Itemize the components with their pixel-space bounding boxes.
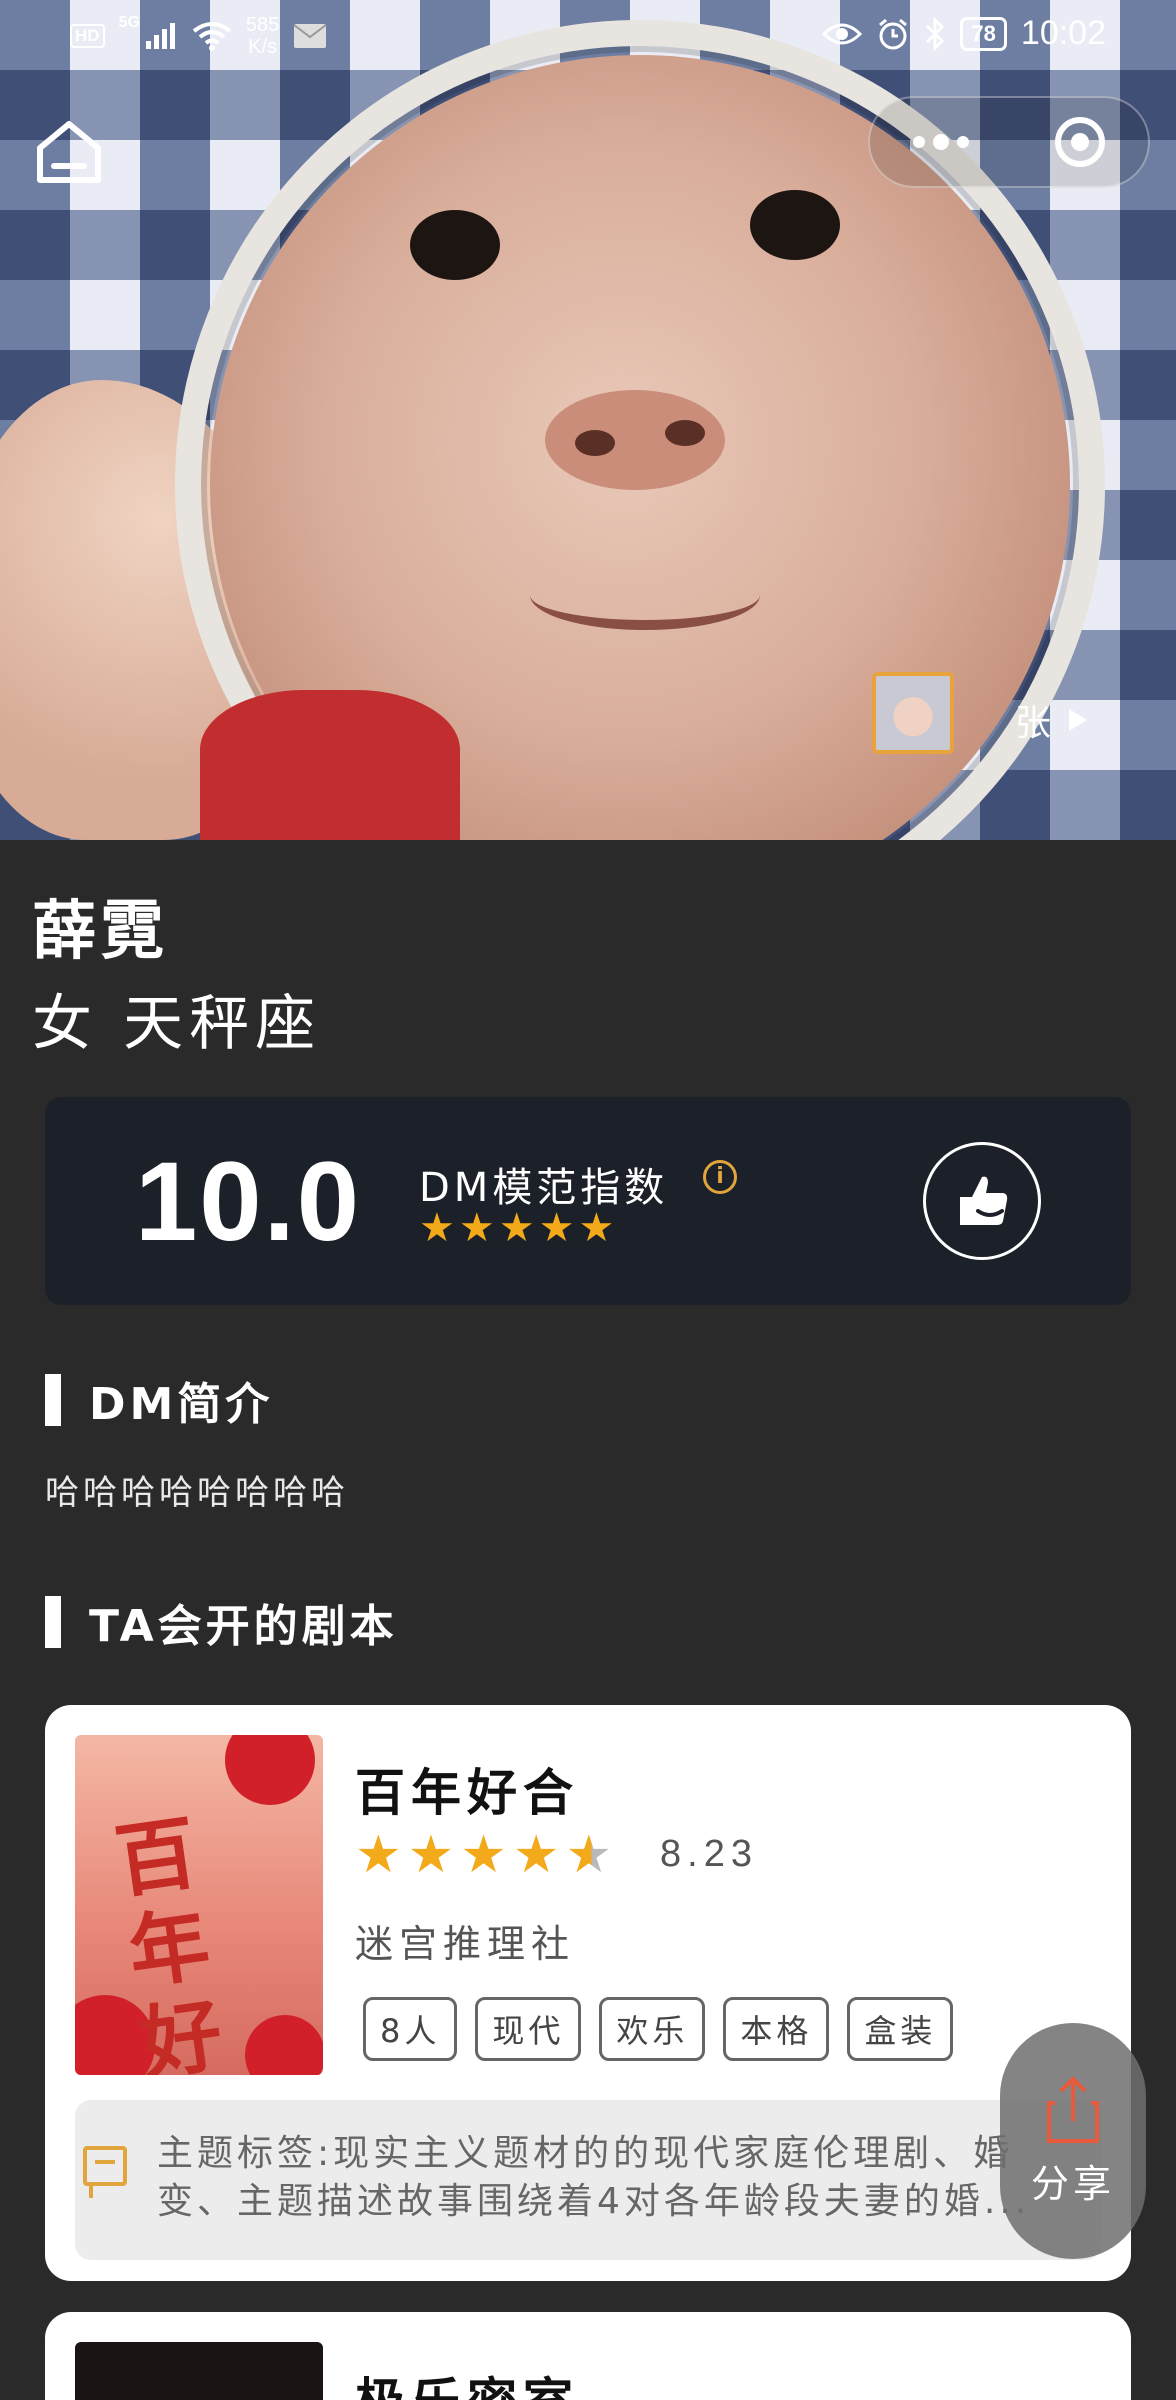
photo-page-indicator[interactable]: 张 (1015, 694, 1088, 746)
network-speed: 585 K/s (246, 14, 279, 58)
score-stars: ★ ★ ★ ★ ★ (419, 1205, 614, 1251)
script-poster (75, 2342, 323, 2400)
script-card[interactable]: 百年好合 百年好合 ★ ★ ★ ★ ★ 8.23 迷宫推理社 8人 现代 欢乐 … (45, 1705, 1131, 2281)
tag-format: 盒装 (847, 1997, 954, 2061)
share-button[interactable]: 分享 (1000, 2023, 1146, 2259)
page-indicator-label: 张 (1015, 703, 1052, 744)
like-button[interactable] (923, 1142, 1041, 1260)
more-dot-icon (957, 136, 969, 148)
script-card[interactable]: 极乐密室 (45, 2312, 1131, 2400)
info-icon[interactable]: i (703, 1160, 737, 1194)
star-icon: ★ (498, 1205, 535, 1251)
script-theme-text: 主题标签:现实主义题材的的现代家庭伦理剧、婚变、主题描述故事围绕着4对各年龄段夫… (157, 2133, 1031, 2222)
more-dot-icon (933, 134, 949, 150)
script-tags: 8人 现代 欢乐 本格 盒装 (363, 1997, 954, 2061)
status-bar: HD 5G 585 K/s 78 10:02 (0, 0, 1176, 72)
section-intro-header: DM简介 (45, 1368, 273, 1432)
share-label: 分享 (1030, 2161, 1115, 2206)
tag-era: 现代 (475, 1997, 582, 2061)
score-value: 10.0 (135, 1139, 361, 1264)
close-miniprogram-button[interactable] (1055, 117, 1105, 167)
script-title: 极乐密室 (355, 2362, 579, 2400)
script-rating-stars: ★ ★ ★ ★ ★ (355, 1825, 612, 1885)
speed-value: 585 (245, 14, 280, 36)
signal-icon (145, 23, 175, 49)
script-rating: 8.23 (660, 1833, 758, 1875)
star-icon: ★ (460, 1825, 507, 1885)
poster-flower (225, 1735, 315, 1805)
home-button[interactable] (34, 118, 104, 188)
dm-name: 薛霓 (32, 895, 168, 969)
speed-unit: K/s (248, 36, 278, 58)
play-icon (1069, 709, 1088, 731)
battery-indicator: 78 (960, 16, 1007, 51)
score-card: 10.0 DM模范指数 i ★ ★ ★ ★ ★ (45, 1097, 1131, 1305)
more-dot-icon (913, 136, 925, 148)
star-icon: ★ (407, 1825, 455, 1885)
home-icon (37, 121, 101, 183)
gender-sign: 女 天秤座 (32, 989, 322, 1059)
tag-players: 8人 (363, 1997, 458, 2061)
script-title: 百年好合 (355, 1764, 579, 1822)
thumbs-up-icon (960, 1176, 1008, 1225)
tag-mood: 欢乐 (599, 1997, 706, 2061)
signal-5g-label: 5G (118, 14, 140, 31)
comment-icon (83, 2146, 127, 2198)
section-bar (45, 1596, 61, 1648)
target-icon (1071, 133, 1089, 151)
script-publisher: 迷宫推理社 (355, 1922, 576, 1966)
mail-icon (293, 24, 327, 48)
more-menu-button[interactable] (913, 134, 969, 150)
miniprogram-capsule (868, 96, 1150, 188)
script-poster: 百年好合 (75, 1735, 323, 2075)
clock: 10:02 (1020, 14, 1106, 52)
section-scripts-title: TA会开的剧本 (89, 1601, 398, 1652)
photo-red-cloth (200, 690, 460, 840)
star-icon: ★ (512, 1825, 560, 1885)
section-intro-title: DM简介 (89, 1379, 274, 1430)
poster-title: 百年好合 (109, 1805, 228, 2075)
wifi-icon (192, 22, 232, 51)
status-right: 78 10:02 (822, 14, 1106, 53)
section-scripts-header: TA会开的剧本 (45, 1590, 398, 1654)
half-star-icon: ★ (565, 1825, 613, 1885)
alarm-icon (879, 18, 908, 49)
star-icon: ★ (538, 1205, 575, 1251)
section-bar (45, 1374, 61, 1426)
tag-genre: 本格 (723, 1997, 830, 2061)
photo-thumbnail[interactable] (872, 672, 954, 754)
hd-badge: HD (70, 24, 105, 48)
bluetooth-icon (926, 16, 945, 51)
star-icon: ★ (355, 1825, 402, 1885)
share-icon (1047, 2075, 1099, 2143)
intro-text: 哈哈哈哈哈哈哈哈 (45, 1473, 349, 1513)
script-theme-box: 主题标签:现实主义题材的的现代家庭伦理剧、婚变、主题描述故事围绕着4对各年龄段夫… (75, 2100, 1101, 2260)
eye-icon (822, 23, 863, 44)
star-icon: ★ (578, 1205, 615, 1251)
star-icon: ★ (458, 1205, 495, 1251)
star-icon: ★ (419, 1205, 455, 1251)
status-left: HD 5G 585 K/s (70, 14, 327, 58)
